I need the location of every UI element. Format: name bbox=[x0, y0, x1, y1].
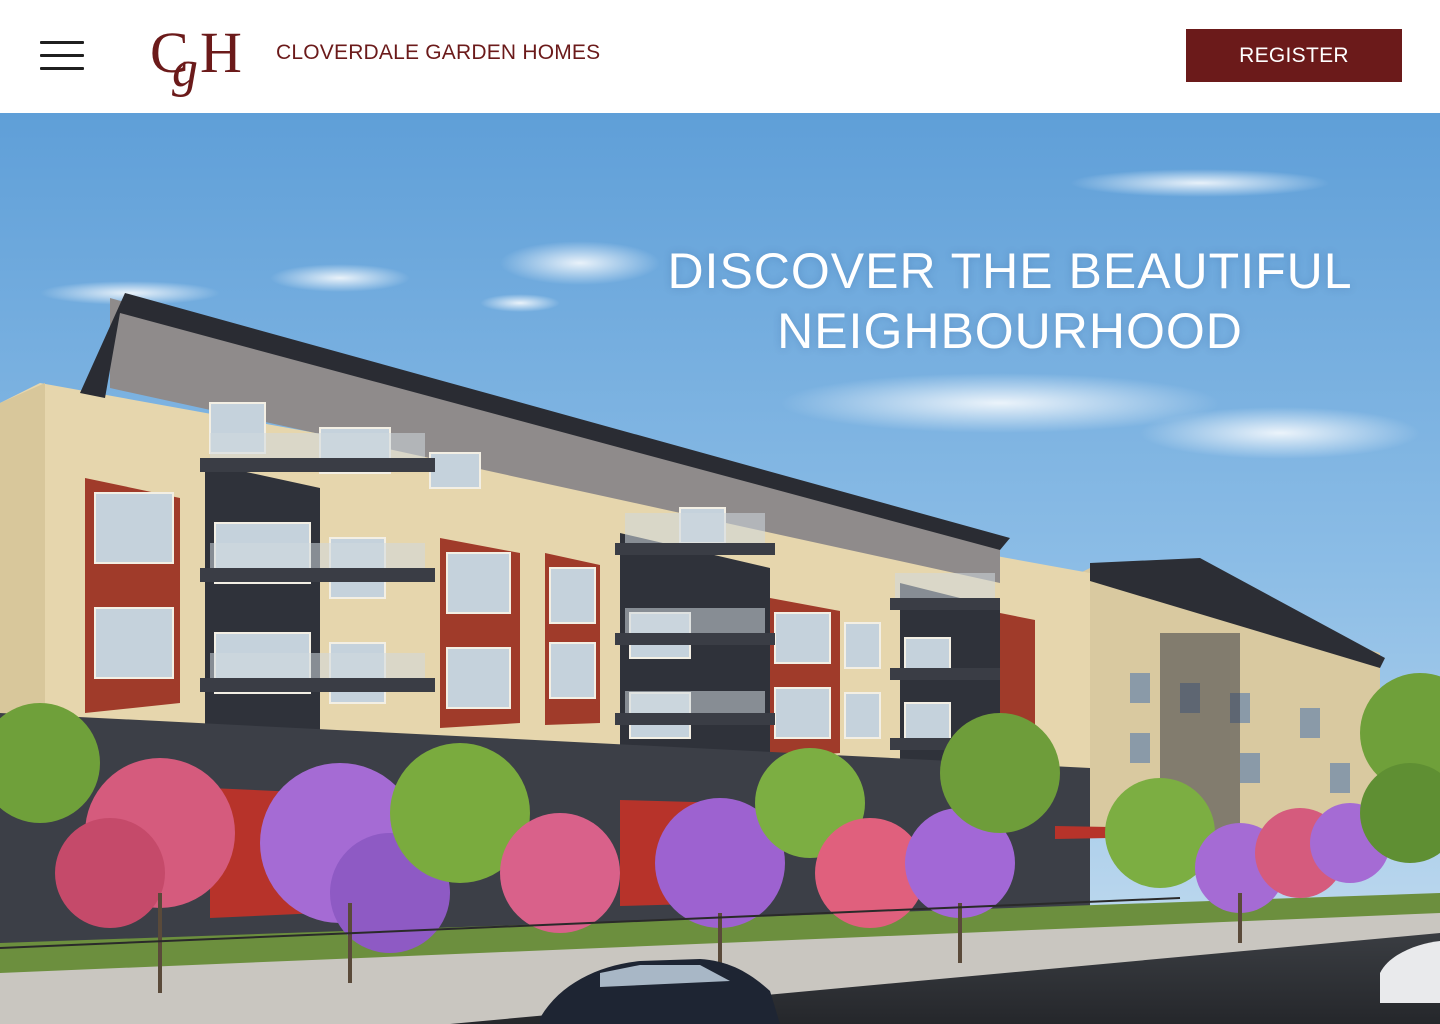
hamburger-menu-icon[interactable] bbox=[40, 38, 86, 74]
cgh-logo[interactable]: C g H bbox=[150, 20, 256, 98]
register-button[interactable]: REGISTER bbox=[1186, 29, 1402, 82]
svg-text:H: H bbox=[200, 20, 242, 85]
site-header: C g H CLOVERDALE GARDEN HOMES REGISTER bbox=[0, 0, 1440, 113]
hero-title-line2: NEIGHBOURHOOD bbox=[777, 303, 1243, 359]
hero-title-line1: DISCOVER THE BEAUTIFUL bbox=[667, 243, 1353, 299]
hero-banner: DISCOVER THE BEAUTIFUL NEIGHBOURHOOD bbox=[0, 113, 1440, 1024]
hero-headline: DISCOVER THE BEAUTIFUL NEIGHBOURHOOD bbox=[580, 241, 1440, 361]
svg-text:g: g bbox=[172, 41, 198, 98]
brand-name[interactable]: CLOVERDALE GARDEN HOMES bbox=[276, 41, 600, 65]
